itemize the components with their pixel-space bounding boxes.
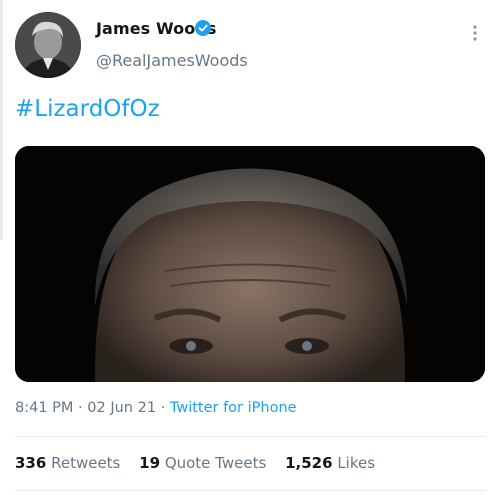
avatar-photo — [15, 12, 81, 78]
engagement-stats: 336 Retweets 19 Quote Tweets 1,526 Likes — [15, 454, 389, 472]
media-photo — [15, 146, 485, 382]
retweets-label: Retweets — [51, 454, 121, 472]
divider — [15, 436, 485, 437]
retweets-stat[interactable]: 336 Retweets — [15, 454, 125, 472]
meta-separator: · — [160, 400, 166, 416]
more-vertical-icon[interactable] — [470, 24, 480, 42]
quote-tweets-label: Quote Tweets — [164, 454, 267, 472]
tweet-media-image[interactable] — [15, 146, 485, 382]
quote-tweets-count: 19 — [139, 454, 161, 472]
left-edge-bar — [0, 0, 3, 240]
likes-label: Likes — [337, 454, 376, 472]
tweet-source-link[interactable]: Twitter for iPhone — [170, 400, 297, 416]
tweet-date: 02 Jun 21 — [87, 400, 157, 416]
quote-tweets-stat[interactable]: 19 Quote Tweets — [139, 454, 271, 472]
retweets-count: 336 — [15, 454, 47, 472]
tweet-hashtag[interactable]: #LizardOfOz — [15, 96, 160, 122]
likes-count: 1,526 — [285, 454, 333, 472]
avatar[interactable] — [15, 12, 81, 78]
divider — [15, 490, 485, 491]
meta-separator: · — [78, 400, 83, 416]
user-handle[interactable]: @RealJamesWoods — [96, 51, 248, 70]
tweet-time: 8:41 PM — [15, 400, 74, 416]
likes-stat[interactable]: 1,526 Likes — [285, 454, 375, 472]
tweet-meta: 8:41 PM · 02 Jun 21 · Twitter for iPhone — [15, 400, 297, 416]
verified-badge-icon — [195, 20, 211, 36]
